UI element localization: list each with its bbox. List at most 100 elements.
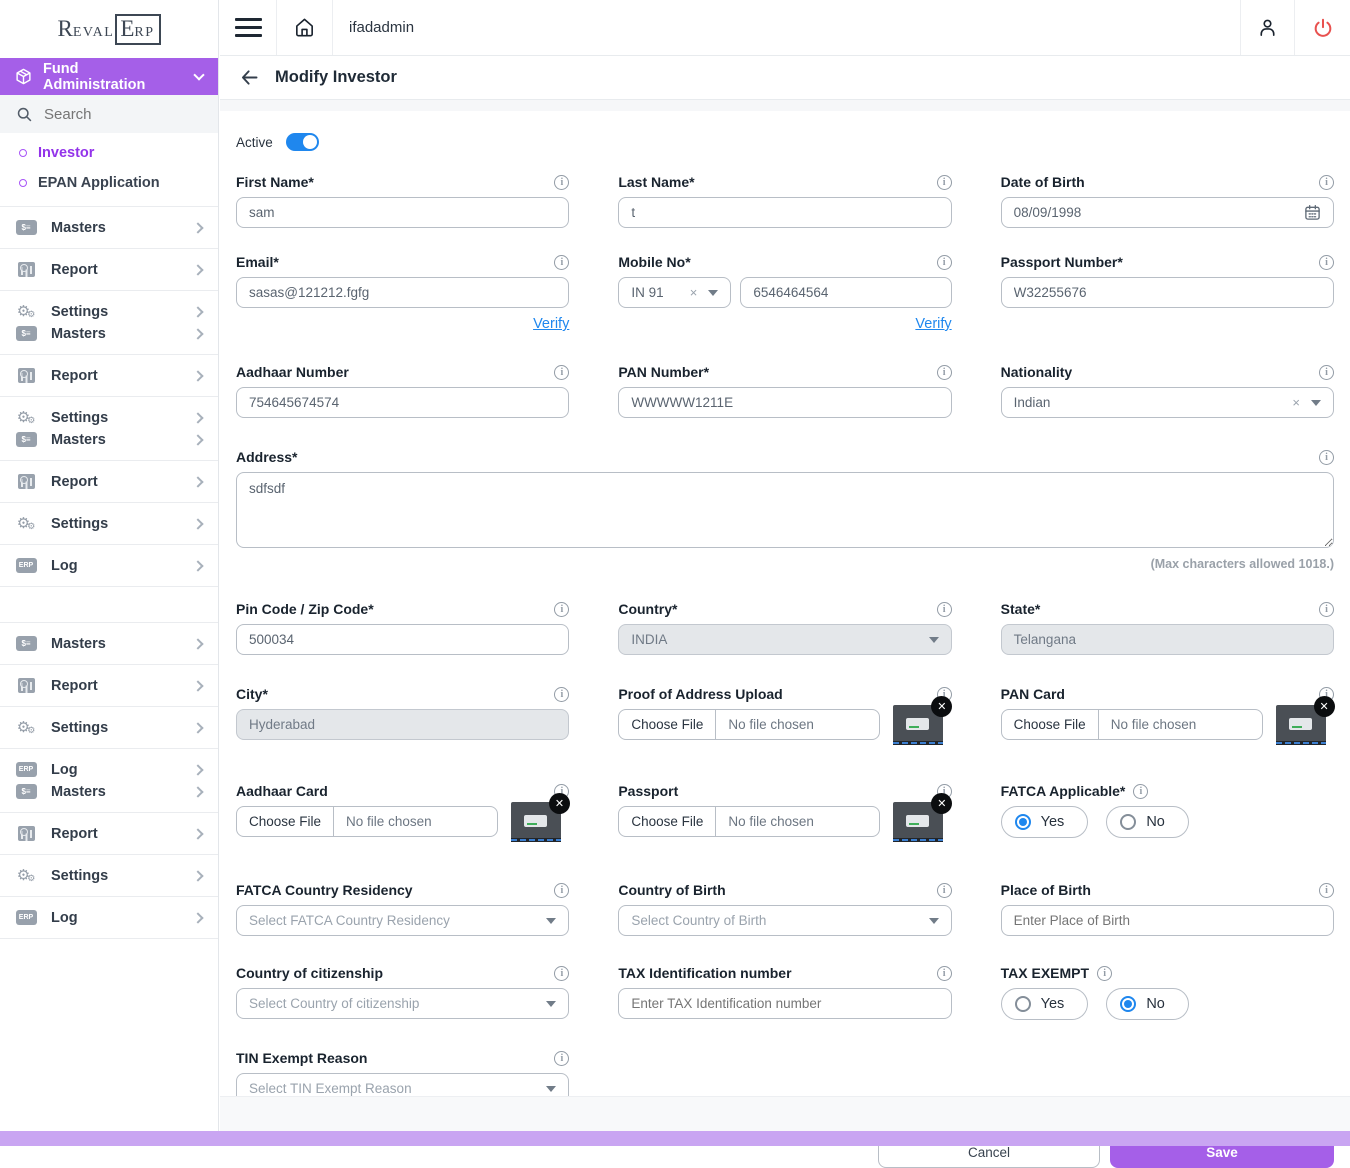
passport-file-input[interactable]: Choose File No file chosen — [618, 806, 880, 837]
info-icon[interactable] — [554, 1051, 569, 1066]
app-logo: REVALERP — [57, 14, 160, 45]
hamburger-menu-button[interactable] — [220, 0, 277, 55]
info-icon[interactable] — [554, 602, 569, 617]
passport-thumbnail[interactable] — [893, 802, 943, 842]
clear-icon[interactable]: × — [690, 285, 698, 300]
info-icon[interactable] — [1319, 883, 1334, 898]
sidebar-item-report[interactable]: Report — [0, 813, 218, 855]
info-icon[interactable] — [1319, 255, 1334, 270]
pan-card-thumbnail[interactable] — [1276, 705, 1326, 745]
pan-card-file-input[interactable]: Choose File No file chosen — [1001, 709, 1263, 740]
mobile-country-select[interactable]: IN 91 × — [618, 277, 731, 308]
sidebar-item-report[interactable]: Report — [0, 355, 218, 397]
sidebar-item-settings-masters[interactable]: Settings Masters — [0, 397, 218, 461]
info-icon[interactable] — [937, 365, 952, 380]
info-icon[interactable] — [554, 255, 569, 270]
chevron-right-icon — [192, 828, 203, 839]
email-verify-link[interactable]: Verify — [533, 316, 569, 332]
email-input[interactable] — [236, 277, 569, 308]
logout-button[interactable] — [1294, 0, 1350, 55]
aadhaar-number-input[interactable] — [236, 387, 569, 418]
sidebar-search[interactable] — [0, 95, 218, 133]
passport-number-input[interactable] — [1001, 277, 1334, 308]
info-icon[interactable] — [1319, 365, 1334, 380]
active-toggle[interactable] — [286, 133, 319, 151]
info-icon[interactable] — [937, 255, 952, 270]
topbar-username-area: ifadadmin — [333, 0, 1240, 55]
sidebar-item-report[interactable]: Report — [0, 665, 218, 707]
pincode-input[interactable] — [236, 624, 569, 655]
info-icon[interactable] — [1319, 175, 1334, 190]
mobile-number-input[interactable] — [740, 277, 951, 308]
profile-button[interactable] — [1240, 0, 1294, 55]
info-icon[interactable] — [937, 966, 952, 981]
info-icon[interactable] — [1319, 450, 1334, 465]
sidebar-item-settings[interactable]: Settings — [0, 707, 218, 749]
first-name-input[interactable] — [236, 197, 569, 228]
remove-file-icon[interactable] — [931, 696, 952, 717]
sidebar-item-report[interactable]: Report — [0, 461, 218, 503]
proof-of-address-file-input[interactable]: Choose File No file chosen — [618, 709, 880, 740]
sidebar-menu: Masters Report Settings Masters Report S… — [0, 206, 218, 939]
toggle-knob — [303, 135, 317, 149]
mobile-verify-link[interactable]: Verify — [915, 316, 951, 332]
citizenship-select[interactable]: Select Country of citizenship — [236, 988, 569, 1019]
sidebar-item-masters[interactable]: Masters — [0, 623, 218, 665]
address-textarea[interactable]: sdfsdf — [236, 472, 1334, 548]
sidebar-item-settings[interactable]: Settings — [0, 855, 218, 897]
choose-file-button[interactable]: Choose File — [619, 807, 716, 836]
field-pan-number: PAN Number* — [618, 364, 951, 418]
sidebar-item-log-masters[interactable]: Log Masters — [0, 749, 218, 813]
module-switcher[interactable]: Fund Administration — [0, 58, 218, 95]
info-icon[interactable] — [937, 602, 952, 617]
gear-icon — [17, 304, 36, 319]
sidebar-item-report[interactable]: Report — [0, 249, 218, 291]
masters-icon — [16, 220, 37, 235]
place-of-birth-input[interactable] — [1001, 905, 1334, 936]
calendar-icon[interactable] — [1304, 204, 1321, 221]
choose-file-button[interactable]: Choose File — [619, 710, 716, 739]
choose-file-button[interactable]: Choose File — [237, 807, 334, 836]
remove-file-icon[interactable] — [931, 793, 952, 814]
tax-id-label: TAX Identification number — [618, 965, 791, 981]
info-icon[interactable] — [554, 175, 569, 190]
info-icon[interactable] — [554, 365, 569, 380]
fatca-residency-select[interactable]: Select FATCA Country Residency — [236, 905, 569, 936]
fatca-yes-radio[interactable]: Yes — [1001, 806, 1089, 838]
info-icon[interactable] — [1319, 602, 1334, 617]
info-icon[interactable] — [554, 883, 569, 898]
aadhaar-card-file-input[interactable]: Choose File No file chosen — [236, 806, 498, 837]
tax-id-input[interactable] — [618, 988, 951, 1019]
last-name-input[interactable] — [618, 197, 951, 228]
sidebar-item-log[interactable]: Log — [0, 545, 218, 587]
clear-icon[interactable]: × — [1292, 395, 1300, 410]
tax-exempt-yes-radio[interactable]: Yes — [1001, 988, 1089, 1020]
info-icon[interactable] — [937, 175, 952, 190]
search-input[interactable] — [44, 106, 184, 123]
remove-file-icon[interactable] — [549, 793, 570, 814]
info-icon[interactable] — [1133, 784, 1148, 799]
sidebar-item-log[interactable]: Log — [0, 897, 218, 939]
sidebar-item-investor[interactable]: Investor — [0, 138, 218, 168]
aadhaar-card-thumbnail[interactable] — [511, 802, 561, 842]
pan-number-input[interactable] — [618, 387, 951, 418]
info-icon[interactable] — [554, 966, 569, 981]
remove-file-icon[interactable] — [1314, 696, 1335, 717]
sidebar-item-masters[interactable]: Masters — [0, 207, 218, 249]
fatca-no-radio[interactable]: No — [1106, 806, 1189, 838]
tax-exempt-no-radio[interactable]: No — [1106, 988, 1189, 1020]
nationality-select[interactable]: Indian × — [1001, 387, 1334, 418]
info-icon[interactable] — [937, 883, 952, 898]
info-icon[interactable] — [554, 687, 569, 702]
sidebar-item-epan-application[interactable]: EPAN Application — [0, 168, 218, 198]
country-of-birth-select[interactable]: Select Country of Birth — [618, 905, 951, 936]
sidebar-item-settings[interactable]: Settings — [0, 503, 218, 545]
choose-file-button[interactable]: Choose File — [1002, 710, 1099, 739]
sidebar-item-settings-masters[interactable]: Settings Masters — [0, 291, 218, 355]
dob-input[interactable]: 08/09/1998 — [1001, 197, 1334, 228]
back-arrow-button[interactable] — [239, 67, 260, 88]
proof-of-address-thumbnail[interactable] — [893, 705, 943, 745]
info-icon[interactable] — [1097, 966, 1112, 981]
home-button[interactable] — [277, 0, 333, 55]
field-citizenship: Country of citizenship Select Country of… — [236, 965, 569, 1019]
